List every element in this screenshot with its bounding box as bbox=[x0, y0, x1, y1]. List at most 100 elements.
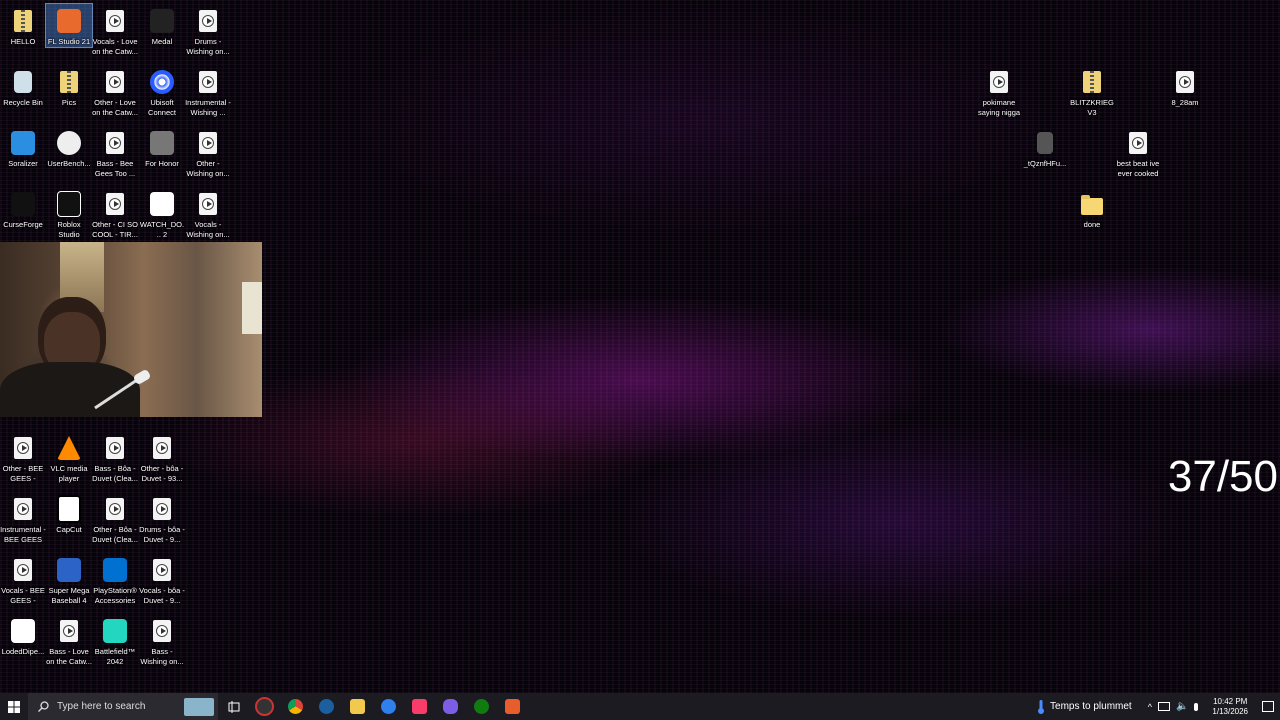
desktop-icon[interactable]: Medal bbox=[139, 4, 185, 47]
desktop[interactable]: HELLO FL Studio 21 Vocals - Love on the Ca… bbox=[0, 0, 1280, 693]
speaker-icon[interactable]: 🔈 bbox=[1176, 701, 1188, 712]
mic-icon[interactable] bbox=[1194, 702, 1199, 711]
microphone-icon bbox=[94, 370, 150, 410]
desktop-icon[interactable]: UserBench... bbox=[46, 126, 92, 169]
desktop-icon-image bbox=[57, 557, 81, 583]
desktop-icon[interactable]: Drums - bôa - Duvet - 9... bbox=[139, 492, 185, 545]
desktop-icon[interactable]: WATCH_DO... 2 bbox=[139, 187, 185, 240]
desktop-icon[interactable]: PlayStation® Accessories bbox=[92, 553, 138, 606]
desktop-icon[interactable]: Vocals - bôa - Duvet - 9... bbox=[139, 553, 185, 606]
weather-widget[interactable]: Temps to plummet bbox=[1037, 699, 1132, 714]
desktop-icon-image bbox=[11, 191, 35, 217]
desktop-icon[interactable]: Battlefield™ 2042 bbox=[92, 614, 138, 667]
desktop-icon-image bbox=[1173, 69, 1197, 95]
desktop-icon[interactable]: Soralizer bbox=[0, 126, 46, 169]
desktop-icon-label: Other - Love on the Catw... bbox=[92, 98, 138, 117]
desktop-icon[interactable]: Instrumental - Wishing ... bbox=[185, 65, 231, 118]
desktop-icon[interactable]: pokimane saying nigga bbox=[976, 65, 1022, 118]
media-file-icon bbox=[106, 498, 124, 520]
media-file-icon bbox=[14, 559, 32, 581]
desktop-icon[interactable]: Other - Bôa - Duvet (Clea... bbox=[92, 492, 138, 545]
desktop-icon[interactable]: LodedDipe... bbox=[0, 614, 46, 657]
desktop-icon-label: _tQznfHFu... bbox=[1023, 159, 1067, 168]
desktop-icon[interactable]: Other - bôa - Duvet - 93... bbox=[139, 431, 185, 484]
chevron-up-icon[interactable]: ^ bbox=[1148, 702, 1152, 712]
desktop-icon[interactable]: _tQznfHFu... bbox=[1022, 126, 1068, 169]
desktop-icon[interactable]: FL Studio 21 bbox=[45, 3, 93, 48]
webcam-overlay bbox=[0, 242, 262, 417]
desktop-icon[interactable]: Other - BEE GEES - TOO... bbox=[0, 431, 46, 484]
desktop-icon[interactable]: 8_28am bbox=[1162, 65, 1208, 108]
desktop-icon-image bbox=[57, 618, 81, 644]
fl-studio-icon bbox=[505, 699, 520, 714]
desktop-icon[interactable]: Super Mega Baseball 4 bbox=[46, 553, 92, 606]
desktop-icon-label: Medal bbox=[151, 37, 173, 46]
desktop-icon[interactable]: best beat ive ever cooked bbox=[1115, 126, 1161, 179]
desktop-icon-image bbox=[196, 8, 220, 34]
desktop-icon[interactable]: Bass - Love on the Catw... bbox=[46, 614, 92, 667]
desktop-icon[interactable]: done bbox=[1069, 187, 1115, 230]
start-button[interactable] bbox=[0, 693, 28, 720]
taskbar: Type here to search Temps to plummet ^ 🔈… bbox=[0, 693, 1280, 720]
desktop-icon-image bbox=[57, 191, 81, 217]
weather-text: Temps to plummet bbox=[1050, 701, 1132, 712]
desktop-icon[interactable]: BLITZKRIEG V3 bbox=[1069, 65, 1115, 118]
desktop-icon[interactable]: Other - CI SO COOL - TIR... bbox=[92, 187, 138, 240]
taskbar-xbox[interactable] bbox=[466, 693, 497, 720]
taskbar-fl-studio[interactable] bbox=[497, 693, 528, 720]
taskbar-edge[interactable] bbox=[373, 693, 404, 720]
desktop-icon-image bbox=[150, 618, 174, 644]
desktop-icon[interactable]: Vocals - Love on the Catw... bbox=[92, 4, 138, 57]
desktop-icon[interactable]: Pics bbox=[46, 65, 92, 108]
battlefield-icon bbox=[103, 619, 127, 643]
desktop-icon-image bbox=[150, 69, 174, 95]
desktop-icon-label: Vocals - Wishing on... bbox=[186, 220, 230, 239]
clock-date: 1/13/2026 bbox=[1212, 706, 1248, 716]
desktop-icon[interactable]: CapCut bbox=[46, 492, 92, 535]
desktop-icon[interactable]: Ubisoft Connect bbox=[139, 65, 185, 118]
taskbar-steam[interactable] bbox=[311, 693, 342, 720]
search-box[interactable]: Type here to search bbox=[28, 693, 218, 720]
desktop-icon[interactable]: Recycle Bin bbox=[0, 65, 46, 108]
desktop-icon[interactable]: Vocals - BEE GEES - TOO... bbox=[0, 553, 46, 606]
desktop-icon[interactable]: Other - Love on the Catw... bbox=[92, 65, 138, 118]
desktop-icon-label: Bass - Love on the Catw... bbox=[46, 647, 92, 666]
desktop-icon-image bbox=[987, 69, 1011, 95]
desktop-icon-label: Vocals - bôa - Duvet - 9... bbox=[139, 586, 185, 605]
desktop-icon[interactable]: Bass - Wishing on... bbox=[139, 614, 185, 667]
medal-icon bbox=[150, 9, 174, 33]
desktop-icon[interactable]: Roblox Studio bbox=[46, 187, 92, 240]
desktop-icon-label: Instrumental - BEE GEES ... bbox=[0, 525, 46, 544]
desktop-icon[interactable]: Other - Wishing on... bbox=[185, 126, 231, 179]
taskbar-discord[interactable] bbox=[435, 693, 466, 720]
image-file-icon bbox=[1037, 132, 1053, 154]
desktop-icon-label: Soralizer bbox=[8, 159, 38, 168]
desktop-icon-image bbox=[57, 8, 81, 34]
obs-icon bbox=[255, 697, 274, 716]
taskbar-chrome[interactable] bbox=[280, 693, 311, 720]
desktop-icon-image bbox=[103, 8, 127, 34]
desktop-icon-label: best beat ive ever cooked bbox=[1116, 159, 1160, 178]
desktop-icon[interactable]: Drums - Wishing on... bbox=[185, 4, 231, 57]
notification-icon[interactable] bbox=[1262, 701, 1274, 712]
desktop-icon[interactable]: Bass - Bee Gees Too ... bbox=[92, 126, 138, 179]
task-view-button[interactable] bbox=[218, 693, 249, 720]
desktop-icon-label: Other - CI SO COOL - TIR... bbox=[92, 220, 138, 239]
desktop-icon[interactable]: HELLO bbox=[0, 4, 46, 47]
taskbar-file-explorer[interactable] bbox=[342, 693, 373, 720]
desktop-icon-image bbox=[150, 557, 174, 583]
media-file-icon bbox=[106, 10, 124, 32]
desktop-icon[interactable]: VLC media player bbox=[46, 431, 92, 484]
clock[interactable]: 10:42 PM 1/13/2026 bbox=[1212, 697, 1248, 717]
desktop-icon-label: Other - BEE GEES - TOO... bbox=[2, 464, 44, 483]
desktop-icon-label: pokimane saying nigga bbox=[977, 98, 1021, 117]
desktop-icon[interactable]: CurseForge bbox=[0, 187, 46, 230]
network-icon[interactable] bbox=[1157, 702, 1170, 711]
taskbar-obs[interactable] bbox=[249, 693, 280, 720]
desktop-icon[interactable]: Bass - Bôa - Duvet (Clea... bbox=[92, 431, 138, 484]
taskbar-itunes[interactable] bbox=[404, 693, 435, 720]
desktop-icon[interactable]: Instrumental - BEE GEES ... bbox=[0, 492, 46, 545]
vlc-icon bbox=[57, 436, 81, 460]
desktop-icon[interactable]: Vocals - Wishing on... bbox=[185, 187, 231, 240]
desktop-icon[interactable]: For Honor bbox=[139, 126, 185, 169]
